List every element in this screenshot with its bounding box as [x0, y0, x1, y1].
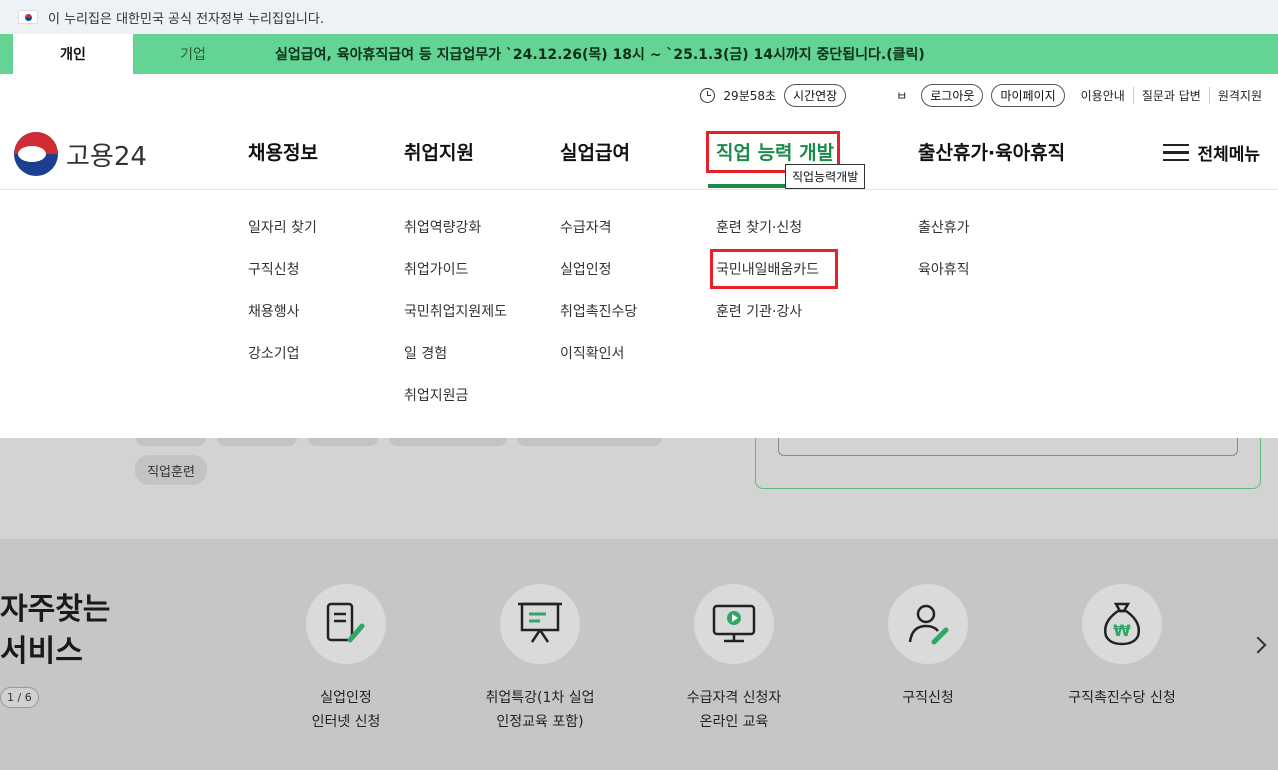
korea-flag-icon — [18, 10, 38, 24]
presentation-board-icon — [500, 584, 580, 664]
service-unemployment-recognition[interactable]: 실업인정 인터넷 신청 — [246, 584, 446, 734]
mega-col-recruit: 일자리 찾기 구직신청 채용행사 강소기업 — [248, 217, 317, 385]
service-label: 인터넷 신청 — [311, 714, 381, 730]
session-timer: 29분58초 — [723, 88, 777, 103]
menu-unemployment-recognition[interactable]: 실업인정 — [560, 259, 637, 301]
document-pen-icon — [306, 584, 386, 664]
menu-employment-guide[interactable]: 취업가이드 — [404, 259, 507, 301]
gnb-maternity-parental-leave[interactable]: 출산휴가·육아휴직 — [918, 138, 1065, 165]
service-label: 구직촉진수당 신청 — [1068, 690, 1176, 706]
learning-card-highlight-box — [710, 249, 838, 289]
notice-link[interactable]: 실업급여, 육아휴직급여 등 지급업무가 `24.12.26(목) 18시 ~ … — [253, 34, 925, 74]
tab-personal[interactable]: 개인 — [13, 34, 133, 74]
mypage-button[interactable]: 마이페이지 — [991, 83, 1065, 107]
gnb-recruit-info[interactable]: 채용정보 — [248, 138, 318, 165]
chip-partial — [389, 438, 507, 446]
menu-small-giant[interactable]: 강소기업 — [248, 343, 317, 385]
logo-text: 고용24 — [66, 141, 147, 172]
remote-support-link[interactable]: 원격지원 — [1208, 86, 1262, 104]
gov-banner: 이 누리집은 대한민국 공식 전자정부 누리집입니다. — [0, 0, 1278, 34]
menu-national-employment-support[interactable]: 국민취업지원제도 — [404, 301, 507, 343]
logo[interactable]: 고용24 — [14, 132, 147, 176]
menu-employment-subsidy[interactable]: 취업지원금 — [404, 385, 507, 427]
services-title: 자주찾는 서비스 — [0, 592, 111, 669]
menu-maternity-leave[interactable]: 출산휴가 — [918, 217, 970, 259]
mega-col-benefit: 수급자격 실업인정 취업촉진수당 이직확인서 — [560, 217, 637, 385]
service-label: 취업특강(1차 실업 — [485, 690, 595, 706]
service-label: 온라인 교육 — [699, 714, 769, 730]
menu-job-fair[interactable]: 채용행사 — [248, 301, 317, 343]
all-menu-button[interactable]: 전체메뉴 — [1163, 140, 1260, 165]
clock-icon — [700, 87, 716, 103]
gnb-tooltip: 직업능력개발 — [785, 164, 866, 189]
service-job-application[interactable]: 구직신청 — [828, 584, 1028, 710]
dimmed-search-box — [778, 438, 1238, 456]
chip-partial — [136, 438, 206, 446]
mega-menu: 일자리 찾기 구직신청 채용행사 강소기업 취업역량강화 취업가이드 국민취업지… — [0, 191, 1278, 438]
header: 고용24 채용정보 취업지원 실업급여 직업 능력 개발 출산휴가·육아휴직 직… — [0, 112, 1278, 190]
menu-work-experience[interactable]: 일 경험 — [404, 343, 507, 385]
menu-job-search[interactable]: 일자리 찾기 — [248, 217, 317, 259]
service-label: 인정교육 포함) — [496, 714, 584, 730]
menu-eligibility[interactable]: 수급자격 — [560, 217, 637, 259]
logo-emblem-icon — [14, 132, 58, 176]
service-label: 실업인정 — [320, 690, 372, 706]
gnb-unemployment-benefit[interactable]: 실업급여 — [560, 138, 630, 165]
gov-banner-text: 이 누리집은 대한민국 공식 전자정부 누리집입니다. — [48, 11, 324, 27]
service-reemployment-allowance[interactable]: ₩ 구직촉진수당 신청 — [1022, 584, 1222, 710]
user-name: ㅂ — [896, 88, 908, 103]
service-label: 수급자격 신청자 — [686, 690, 782, 706]
guide-link[interactable]: 이용안내 — [1073, 87, 1133, 104]
service-label: 구직신청 — [902, 690, 954, 706]
mega-col-leave: 출산휴가 육아휴직 — [918, 217, 970, 301]
chip-partial — [308, 438, 378, 446]
menu-separation-certificate[interactable]: 이직확인서 — [560, 343, 637, 385]
menu-capacity-building[interactable]: 취업역량강화 — [404, 217, 507, 259]
mega-col-employment: 취업역량강화 취업가이드 국민취업지원제도 일 경험 취업지원금 — [404, 217, 507, 427]
menu-parental-leave[interactable]: 육아휴직 — [918, 259, 970, 301]
hamburger-icon — [1163, 143, 1190, 162]
utility-bar: 29분58초 시간연장 ㅂ 로그아웃 마이페이지 이용안내 질문과 답변 원격지… — [700, 82, 1262, 108]
menu-job-application[interactable]: 구직신청 — [248, 259, 317, 301]
notice-bar: 개인 기업 실업급여, 육아휴직급여 등 지급업무가 `24.12.26(목) … — [0, 34, 1278, 74]
menu-reemployment-allowance[interactable]: 취업촉진수당 — [560, 301, 637, 343]
service-online-education[interactable]: 수급자격 신청자 온라인 교육 — [634, 584, 834, 734]
chip-partial — [517, 438, 662, 446]
menu-training-institution[interactable]: 훈련 기관·강사 — [716, 301, 819, 343]
tab-business[interactable]: 기업 — [133, 34, 253, 74]
chevron-right-icon[interactable] — [1249, 636, 1267, 654]
services-pager: 1 / 6 — [0, 687, 39, 708]
gnb-employment-support[interactable]: 취업지원 — [404, 138, 474, 165]
person-pen-icon — [888, 584, 968, 664]
service-employment-lecture[interactable]: 취업특강(1차 실업 인정교육 포함) — [440, 584, 640, 734]
money-bag-icon: ₩ — [1082, 584, 1162, 664]
extend-session-button[interactable]: 시간연장 — [784, 83, 847, 107]
logout-button[interactable]: 로그아웃 — [921, 83, 984, 107]
video-monitor-icon — [694, 584, 774, 664]
frequent-services: 자주찾는 서비스 1 / 6 실업인정 인터넷 신청 취업특강(1차 실업 인정… — [0, 539, 1278, 770]
svg-text:₩: ₩ — [1113, 621, 1131, 640]
chip-job-training[interactable]: 직업훈련 — [135, 455, 207, 485]
all-menu-label: 전체메뉴 — [1197, 145, 1260, 165]
chip-partial — [217, 438, 297, 446]
qna-link[interactable]: 질문과 답변 — [1132, 86, 1209, 104]
